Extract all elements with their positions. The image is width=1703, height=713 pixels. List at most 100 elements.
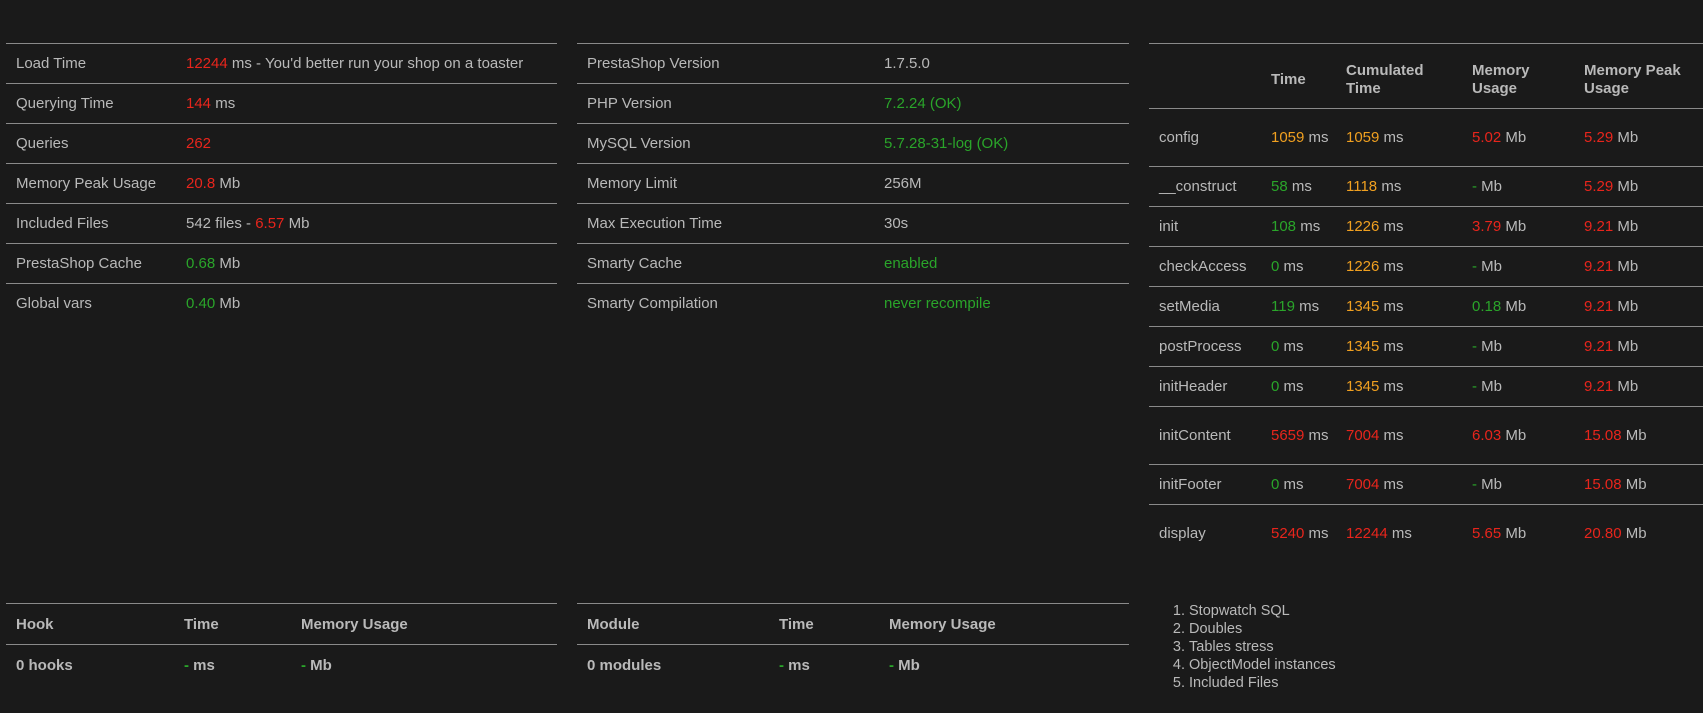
controller-header-memory-peak-usage: Memory Peak Usage <box>1584 62 1681 97</box>
controller-row-setmedia: setMedia 119 ms 1345 ms 0.18 Mb 9.21 Mb <box>1149 286 1703 327</box>
controller-step-name: display <box>1159 524 1206 542</box>
hooks-memory: - Mb <box>301 656 332 674</box>
hooks-header-memory: Memory Usage <box>301 615 408 633</box>
env-row-mysql-version: MySQL Version 5.7.28-31-log (OK) <box>577 123 1129 164</box>
controller-mem-cell: 6.03 Mb <box>1472 426 1527 444</box>
controller-mem-cell: 3.79 Mb <box>1472 217 1527 235</box>
modules-header-time: Time <box>779 615 814 633</box>
controller-step-name: postProcess <box>1159 337 1242 355</box>
controller-time-cell: 5659 ms <box>1271 426 1329 444</box>
env-value: 7.2.24 (OK) <box>884 95 962 112</box>
controller-time-cell: 0 ms <box>1271 257 1304 275</box>
controller-header-step <box>1149 44 1261 109</box>
load-value: 20.8 Mb <box>186 175 241 192</box>
controller-cum-cell: 1345 ms <box>1346 337 1404 355</box>
controller-mem-cell: - Mb <box>1472 257 1503 275</box>
env-value: 1.7.5.0 <box>884 55 930 72</box>
controller-step-name: checkAccess <box>1159 257 1247 275</box>
controller-peak-cell: 9.21 Mb <box>1584 217 1639 235</box>
controller-cum-cell: 7004 ms <box>1346 475 1404 493</box>
link-stopwatch-sql[interactable]: Stopwatch SQL <box>1189 602 1336 620</box>
load-value: 542 files - 6.57 Mb <box>186 215 310 232</box>
env-value: 30s <box>884 215 909 232</box>
load-row-included-files: Included Files 542 files - 6.57 Mb <box>6 203 557 244</box>
controller-time-cell: 1059 ms <box>1271 128 1329 146</box>
controller-cum-cell: 1345 ms <box>1346 377 1404 395</box>
link-included-files[interactable]: Included Files <box>1189 674 1336 692</box>
controller-step-name: init <box>1159 217 1179 235</box>
controller-step-name: setMedia <box>1159 297 1220 315</box>
load-row-queries: Queries 262 <box>6 123 557 164</box>
env-label: PHP Version <box>587 95 672 112</box>
env-row-smarty-cache: Smarty Cache enabled <box>577 243 1129 284</box>
env-value: 256M <box>884 175 922 192</box>
controller-row-config: config 1059 ms 1059 ms 5.02 Mb 5.29 Mb <box>1149 108 1703 167</box>
modules-header-memory: Memory Usage <box>889 615 996 633</box>
controller-peak-cell: 9.21 Mb <box>1584 257 1639 275</box>
controller-step-name: initContent <box>1159 426 1231 444</box>
controller-row-display: display 5240 ms 12244 ms 5.65 Mb 20.80 Mb <box>1149 504 1703 563</box>
load-label: PrestaShop Cache <box>16 255 142 272</box>
load-value: 144 ms <box>186 95 236 112</box>
controller-peak-cell: 9.21 Mb <box>1584 297 1639 315</box>
env-label: Max Execution Time <box>587 215 723 232</box>
load-value: 0.40 Mb <box>186 295 241 313</box>
controller-row-init: init 108 ms 1226 ms 3.79 Mb 9.21 Mb <box>1149 206 1703 247</box>
env-row-max-execution-time: Max Execution Time 30s <box>577 203 1129 244</box>
load-stats-table: Load Time 12244 ms - You'd better run you… <box>6 43 557 324</box>
controller-time-cell: 58 ms <box>1271 177 1312 195</box>
load-label: Load Time <box>16 55 87 72</box>
env-value: never recompile <box>884 295 991 313</box>
controller-peak-cell: 15.08 Mb <box>1584 475 1647 493</box>
controller-mem-cell: - Mb <box>1472 475 1503 493</box>
modules-time: - ms <box>779 656 810 674</box>
env-row-php-version: PHP Version 7.2.24 (OK) <box>577 83 1129 124</box>
load-row-global-vars: Global vars 0.40 Mb <box>6 283 557 324</box>
controller-time-cell: 0 ms <box>1271 475 1304 493</box>
controller-step-name: config <box>1159 128 1200 146</box>
controller-peak-cell: 9.21 Mb <box>1584 337 1639 355</box>
modules-total: 0 modules <box>587 656 662 674</box>
controller-cum-cell: 1345 ms <box>1346 297 1404 315</box>
hooks-header-time: Time <box>184 615 219 633</box>
load-row-prestashop-cache: PrestaShop Cache 0.68 Mb <box>6 243 557 284</box>
profiling-links-list: Stopwatch SQL Doubles Tables stress Obje… <box>1172 602 1336 692</box>
controller-row-postprocess: postProcess 0 ms 1345 ms - Mb 9.21 Mb <box>1149 326 1703 367</box>
load-row-memory-peak-usage: Memory Peak Usage 20.8 Mb <box>6 163 557 204</box>
modules-table: Module Time Memory Usage 0 modules - ms … <box>577 603 1129 685</box>
controller-cum-cell: 1118 ms <box>1346 177 1402 195</box>
controller-peak-cell: 5.29 Mb <box>1584 177 1639 195</box>
controller-mem-cell: - Mb <box>1472 177 1503 195</box>
controller-peak-cell: 5.29 Mb <box>1584 128 1639 146</box>
env-label: Smarty Compilation <box>587 295 718 313</box>
link-objectmodel-instances[interactable]: ObjectModel instances <box>1189 656 1336 674</box>
environment-table: PrestaShop Version 1.7.5.0 PHP Version 7.2.… <box>577 43 1129 324</box>
controller-time-cell: 108 ms <box>1271 217 1321 235</box>
load-label: Included Files <box>16 215 109 232</box>
load-label: Queries <box>16 135 69 152</box>
controller-time-cell: 0 ms <box>1271 377 1304 395</box>
hooks-table: Hook Time Memory Usage 0 hooks - ms - Mb <box>6 603 557 685</box>
load-value: 262 <box>186 135 212 152</box>
link-tables-stress[interactable]: Tables stress <box>1189 638 1336 656</box>
controller-cum-cell: 7004 ms <box>1346 426 1404 444</box>
controller-step-name: initHeader <box>1159 377 1228 395</box>
controller-header-memory-usage: Memory Usage <box>1472 62 1530 97</box>
controller-row-checkaccess: checkAccess 0 ms 1226 ms - Mb 9.21 Mb <box>1149 246 1703 287</box>
env-label: MySQL Version <box>587 135 691 152</box>
controller-row-initcontent: initContent 5659 ms 7004 ms 6.03 Mb 15.08 Mb <box>1149 406 1703 465</box>
controller-cum-cell: 12244 ms <box>1346 524 1412 542</box>
hooks-time: - ms <box>184 656 215 674</box>
env-label: PrestaShop Version <box>587 55 720 72</box>
load-value: 12244 ms - You'd better run your shop on… <box>186 55 524 72</box>
modules-header-module: Module <box>587 615 640 633</box>
link-doubles[interactable]: Doubles <box>1189 620 1336 638</box>
env-row-smarty-compilation: Smarty Compilation never recompile <box>577 283 1129 324</box>
controller-peak-cell: 9.21 Mb <box>1584 377 1639 395</box>
env-value: 5.7.28-31-log (OK) <box>884 135 1009 152</box>
load-label: Memory Peak Usage <box>16 175 157 192</box>
hooks-header-hook: Hook <box>16 615 54 633</box>
controller-time-cell: 0 ms <box>1271 337 1304 355</box>
controller-header-time: Time <box>1271 71 1306 88</box>
hooks-total: 0 hooks <box>16 656 73 674</box>
